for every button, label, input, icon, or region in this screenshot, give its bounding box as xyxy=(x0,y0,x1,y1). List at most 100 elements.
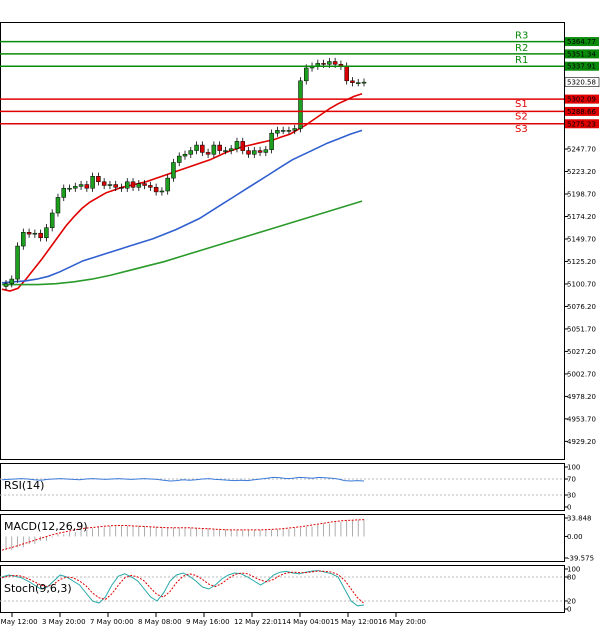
level-name-s3: S3 xyxy=(515,124,528,135)
price-tick-label-8: 5051.70 xyxy=(567,325,596,333)
price-tick-label-0: 5247.70 xyxy=(567,146,596,154)
indicator-tick-label-1: 70 xyxy=(567,476,576,484)
level-price-label-s2: 5288.66 xyxy=(567,108,596,116)
price-tick-label-12: 4953.70 xyxy=(567,415,596,423)
candle-body-up xyxy=(67,187,72,190)
time-tick-label-4: 9 May 16:00 xyxy=(186,618,230,626)
candle-body-down xyxy=(113,184,118,188)
candle-body-down xyxy=(200,144,205,153)
candle xyxy=(15,242,20,283)
candle-body-up xyxy=(78,184,84,187)
time-axis: 2 May 12:00 3 May 20:00 7 May 00:00 8 May 0… xyxy=(0,613,426,626)
candle-body-down xyxy=(321,63,326,65)
candle-body-up xyxy=(355,82,361,84)
main-panel: R3 5364.77 R2 5351.34 R1 5337.91 S1 5302.09 S2 52… xyxy=(0,22,600,460)
price-tick-label-7: 5076.20 xyxy=(567,303,596,311)
chart-canvas: R3 5364.77 R2 5351.34 R1 5337.91 S1 5302.09 S2 52… xyxy=(0,22,600,626)
macd-label: MACD(12,26,9) xyxy=(4,520,88,533)
candle-body-down xyxy=(130,181,136,188)
stoch-axis: 10080 200 xyxy=(564,566,580,614)
candle-body-down xyxy=(26,232,32,235)
macd-panel: MACD(12,26,9) 33.848 0.00 -39.575 xyxy=(0,514,594,563)
candle-body-up xyxy=(269,132,274,150)
candle-body-up xyxy=(73,186,78,189)
candle xyxy=(171,158,176,182)
level-name-s1: S1 xyxy=(515,99,528,110)
candle-body-up xyxy=(211,144,217,155)
macd-axis: 33.848 0.00 -39.575 xyxy=(564,515,594,563)
candle-body-down xyxy=(84,184,90,189)
price-tick-label-4: 5149.70 xyxy=(567,235,596,243)
candle-body-up xyxy=(9,278,15,284)
price-tick-label-13: 4929.20 xyxy=(567,438,596,446)
candle-body-down xyxy=(332,61,338,65)
level-price-label-r3: 5364.77 xyxy=(567,38,596,46)
candle-body-down xyxy=(119,187,124,189)
candle-body-up xyxy=(90,176,95,189)
candle-body-up xyxy=(171,162,176,179)
candle-body-up xyxy=(176,155,182,163)
candle xyxy=(269,129,274,154)
candle-body-up xyxy=(188,150,194,155)
candle-body-down xyxy=(257,150,263,153)
level-name-r2: R2 xyxy=(515,43,528,54)
candle-body-up xyxy=(107,184,113,186)
candle-body-down xyxy=(38,232,43,239)
candle-body-up xyxy=(21,232,26,247)
candle-body-down xyxy=(101,181,107,186)
candle-body-down xyxy=(153,187,159,193)
level-price-label-s3: 5275.23 xyxy=(567,120,596,128)
price-tick-label-5: 5125.20 xyxy=(567,258,596,266)
candle-body-down xyxy=(344,65,349,82)
candle-body-up xyxy=(223,150,228,152)
level-price-label-r1: 5337.91 xyxy=(567,63,596,71)
candle-body-up xyxy=(263,149,269,153)
candle-body-up xyxy=(304,67,309,82)
last-price-label: 5320.58 xyxy=(567,79,596,87)
price-tick-label-2: 5198.70 xyxy=(567,191,596,199)
rsi-panel-frame xyxy=(0,463,565,511)
price-tick-label-10: 5002.70 xyxy=(567,370,596,378)
candle-body-up xyxy=(298,80,303,129)
indicator-tick-label-2: -39.575 xyxy=(567,555,594,563)
indicator-tick-label-1: 0.00 xyxy=(567,533,583,541)
stoch-label: Stoch(9,6,3) xyxy=(4,582,72,595)
candle-body-up xyxy=(182,154,188,157)
main-panel-frame xyxy=(0,22,565,460)
candle-body-up xyxy=(228,148,234,151)
stoch-panel-frame xyxy=(0,565,565,613)
price-tick-label-1: 5223.20 xyxy=(567,168,596,176)
time-tick-label-6: 14 May 04:00 xyxy=(282,618,330,626)
candle-body-up xyxy=(15,245,20,280)
indicator-tick-label-2: 20 xyxy=(567,598,576,606)
rsi-panel: RSI(14) 100 70 30 0 xyxy=(0,463,580,512)
candle-body-up xyxy=(275,130,280,134)
price-axis: 5247.70 5223.20 5198.70 5174.20 5149.70 5125.… xyxy=(564,146,596,446)
time-tick-label-2: 7 May 00:00 xyxy=(90,618,134,626)
price-tick-label-9: 5027.20 xyxy=(567,348,596,356)
time-tick-label-8: 16 May 20:00 xyxy=(378,618,426,626)
candle-body-up xyxy=(361,81,367,84)
time-tick-label-1: 3 May 20:00 xyxy=(42,618,86,626)
indicator-tick-label-3: 0 xyxy=(567,504,571,512)
indicator-tick-label-2: 30 xyxy=(567,492,576,500)
candle-body-down xyxy=(205,152,211,155)
candle-body-up xyxy=(280,130,286,132)
candle-body-down xyxy=(246,150,251,155)
candle-body-up xyxy=(32,232,38,235)
candle-body-up xyxy=(286,130,292,132)
candle-body-down xyxy=(350,80,355,83)
level-price-label-r2: 5351.34 xyxy=(567,50,596,58)
indicator-tick-label-0: 33.848 xyxy=(567,515,592,523)
indicator-tick-label-0: 100 xyxy=(567,464,580,472)
candle-body-up xyxy=(55,197,61,214)
candle-body-up xyxy=(234,141,240,150)
time-tick-label-5: 12 May 22:01 xyxy=(234,618,282,626)
level-name-r1: R1 xyxy=(515,55,528,66)
candle-body-up xyxy=(159,190,165,193)
candle-body-up xyxy=(125,181,130,189)
candle-body-up xyxy=(327,61,332,65)
candle-body-up xyxy=(136,183,142,188)
candle-body-up xyxy=(165,177,170,192)
stoch-panel: Stoch(9,6,3) 10080 200 xyxy=(0,565,580,614)
